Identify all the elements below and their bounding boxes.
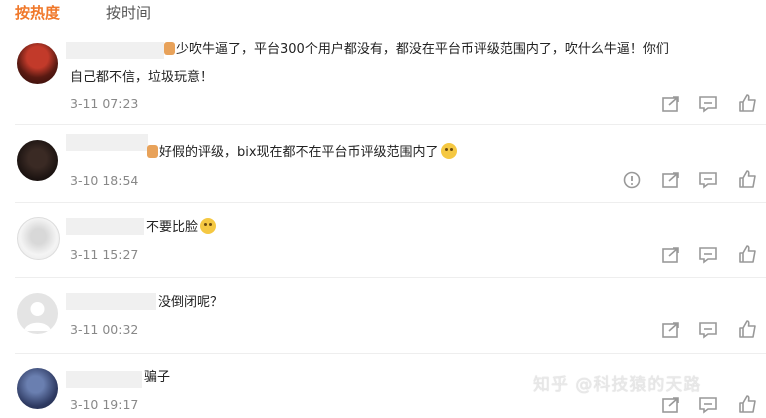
username[interactable] xyxy=(66,134,148,151)
reply-icon[interactable] xyxy=(698,246,718,264)
tab-sort-by-time[interactable]: 按时间 xyxy=(106,2,151,23)
comment-time: 3-10 19:17 xyxy=(70,397,139,412)
comment-time: 3-11 07:23 xyxy=(70,96,139,111)
watermark: 知乎 @科技猿的天路 xyxy=(533,375,702,395)
like-icon[interactable] xyxy=(738,94,758,112)
share-icon[interactable] xyxy=(661,246,681,264)
comment-text: 不要比脸 xyxy=(146,216,217,239)
reply-icon[interactable] xyxy=(698,95,718,113)
reply-icon[interactable] xyxy=(698,321,718,339)
avatar[interactable] xyxy=(17,43,58,84)
like-icon[interactable] xyxy=(738,245,758,263)
comment-text-continued: 自己都不信，垃圾玩意！ xyxy=(70,70,214,85)
divider xyxy=(15,202,766,203)
comment-time: 3-11 15:27 xyxy=(70,247,139,262)
sort-tabs: 按热度 按时间 xyxy=(0,0,766,26)
reply-icon[interactable] xyxy=(698,171,718,189)
like-icon[interactable] xyxy=(738,395,758,413)
report-icon[interactable] xyxy=(622,171,642,189)
mention-icon xyxy=(164,42,175,55)
comment-text: 没倒闭呢？ xyxy=(158,295,224,310)
share-icon[interactable] xyxy=(661,321,681,339)
mention-icon xyxy=(147,145,158,158)
divider xyxy=(15,353,766,354)
reply-icon[interactable] xyxy=(698,396,718,414)
username[interactable] xyxy=(66,293,156,310)
username[interactable] xyxy=(66,218,144,235)
comment-time: 3-11 00:32 xyxy=(70,322,139,337)
default-avatar-icon xyxy=(24,302,51,331)
avatar[interactable] xyxy=(17,293,58,334)
like-icon[interactable] xyxy=(738,320,758,338)
tab-sort-by-hot[interactable]: 按热度 xyxy=(15,2,60,23)
comment-text: 少吹牛逼了，平台300个用户都没有，都没在平台币评级范围内了，吹什么牛逼！你们 xyxy=(164,38,669,61)
avatar[interactable] xyxy=(17,140,58,181)
username[interactable] xyxy=(66,371,142,388)
avatar[interactable] xyxy=(17,217,60,260)
comment-text: 好假的评级，bix现在都不在平台币评级范围内了 xyxy=(147,141,457,164)
share-icon[interactable] xyxy=(661,396,681,414)
laughing-tears-emoji-icon xyxy=(440,143,457,159)
comment-text: 骗子 xyxy=(144,370,171,385)
share-icon[interactable] xyxy=(661,171,681,189)
smile-emoji-icon xyxy=(200,218,217,234)
comment-time: 3-10 18:54 xyxy=(70,173,139,188)
divider xyxy=(15,277,766,278)
divider xyxy=(15,124,766,125)
avatar[interactable] xyxy=(17,368,58,409)
share-icon[interactable] xyxy=(661,95,681,113)
like-icon[interactable] xyxy=(738,170,758,188)
username[interactable] xyxy=(66,42,164,59)
